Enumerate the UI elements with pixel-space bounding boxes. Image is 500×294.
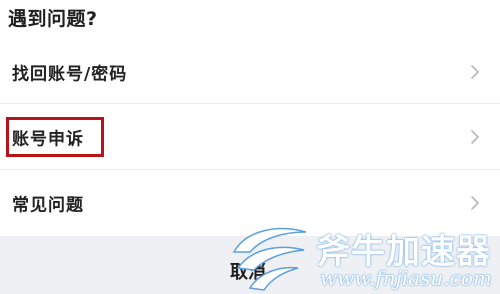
sheet-title: 遇到问题? [8,8,98,30]
cancel-button-label: 取消 [230,262,266,283]
menu-item-label: 找回账号/密码 [12,64,128,84]
chevron-right-icon [471,196,479,210]
menu-item-faq[interactable]: 常见问题 [0,170,500,236]
chevron-right-icon [471,64,479,79]
problem-action-sheet: 遇到问题? 找回账号/密码 账号申诉 常见问题 取消 [0,0,500,294]
menu-item-label: 常见问题 [12,195,84,216]
menu-item-recover-account[interactable]: 找回账号/密码 [0,40,500,104]
highlight-annotation-box [6,117,104,157]
chevron-right-icon [471,129,479,144]
